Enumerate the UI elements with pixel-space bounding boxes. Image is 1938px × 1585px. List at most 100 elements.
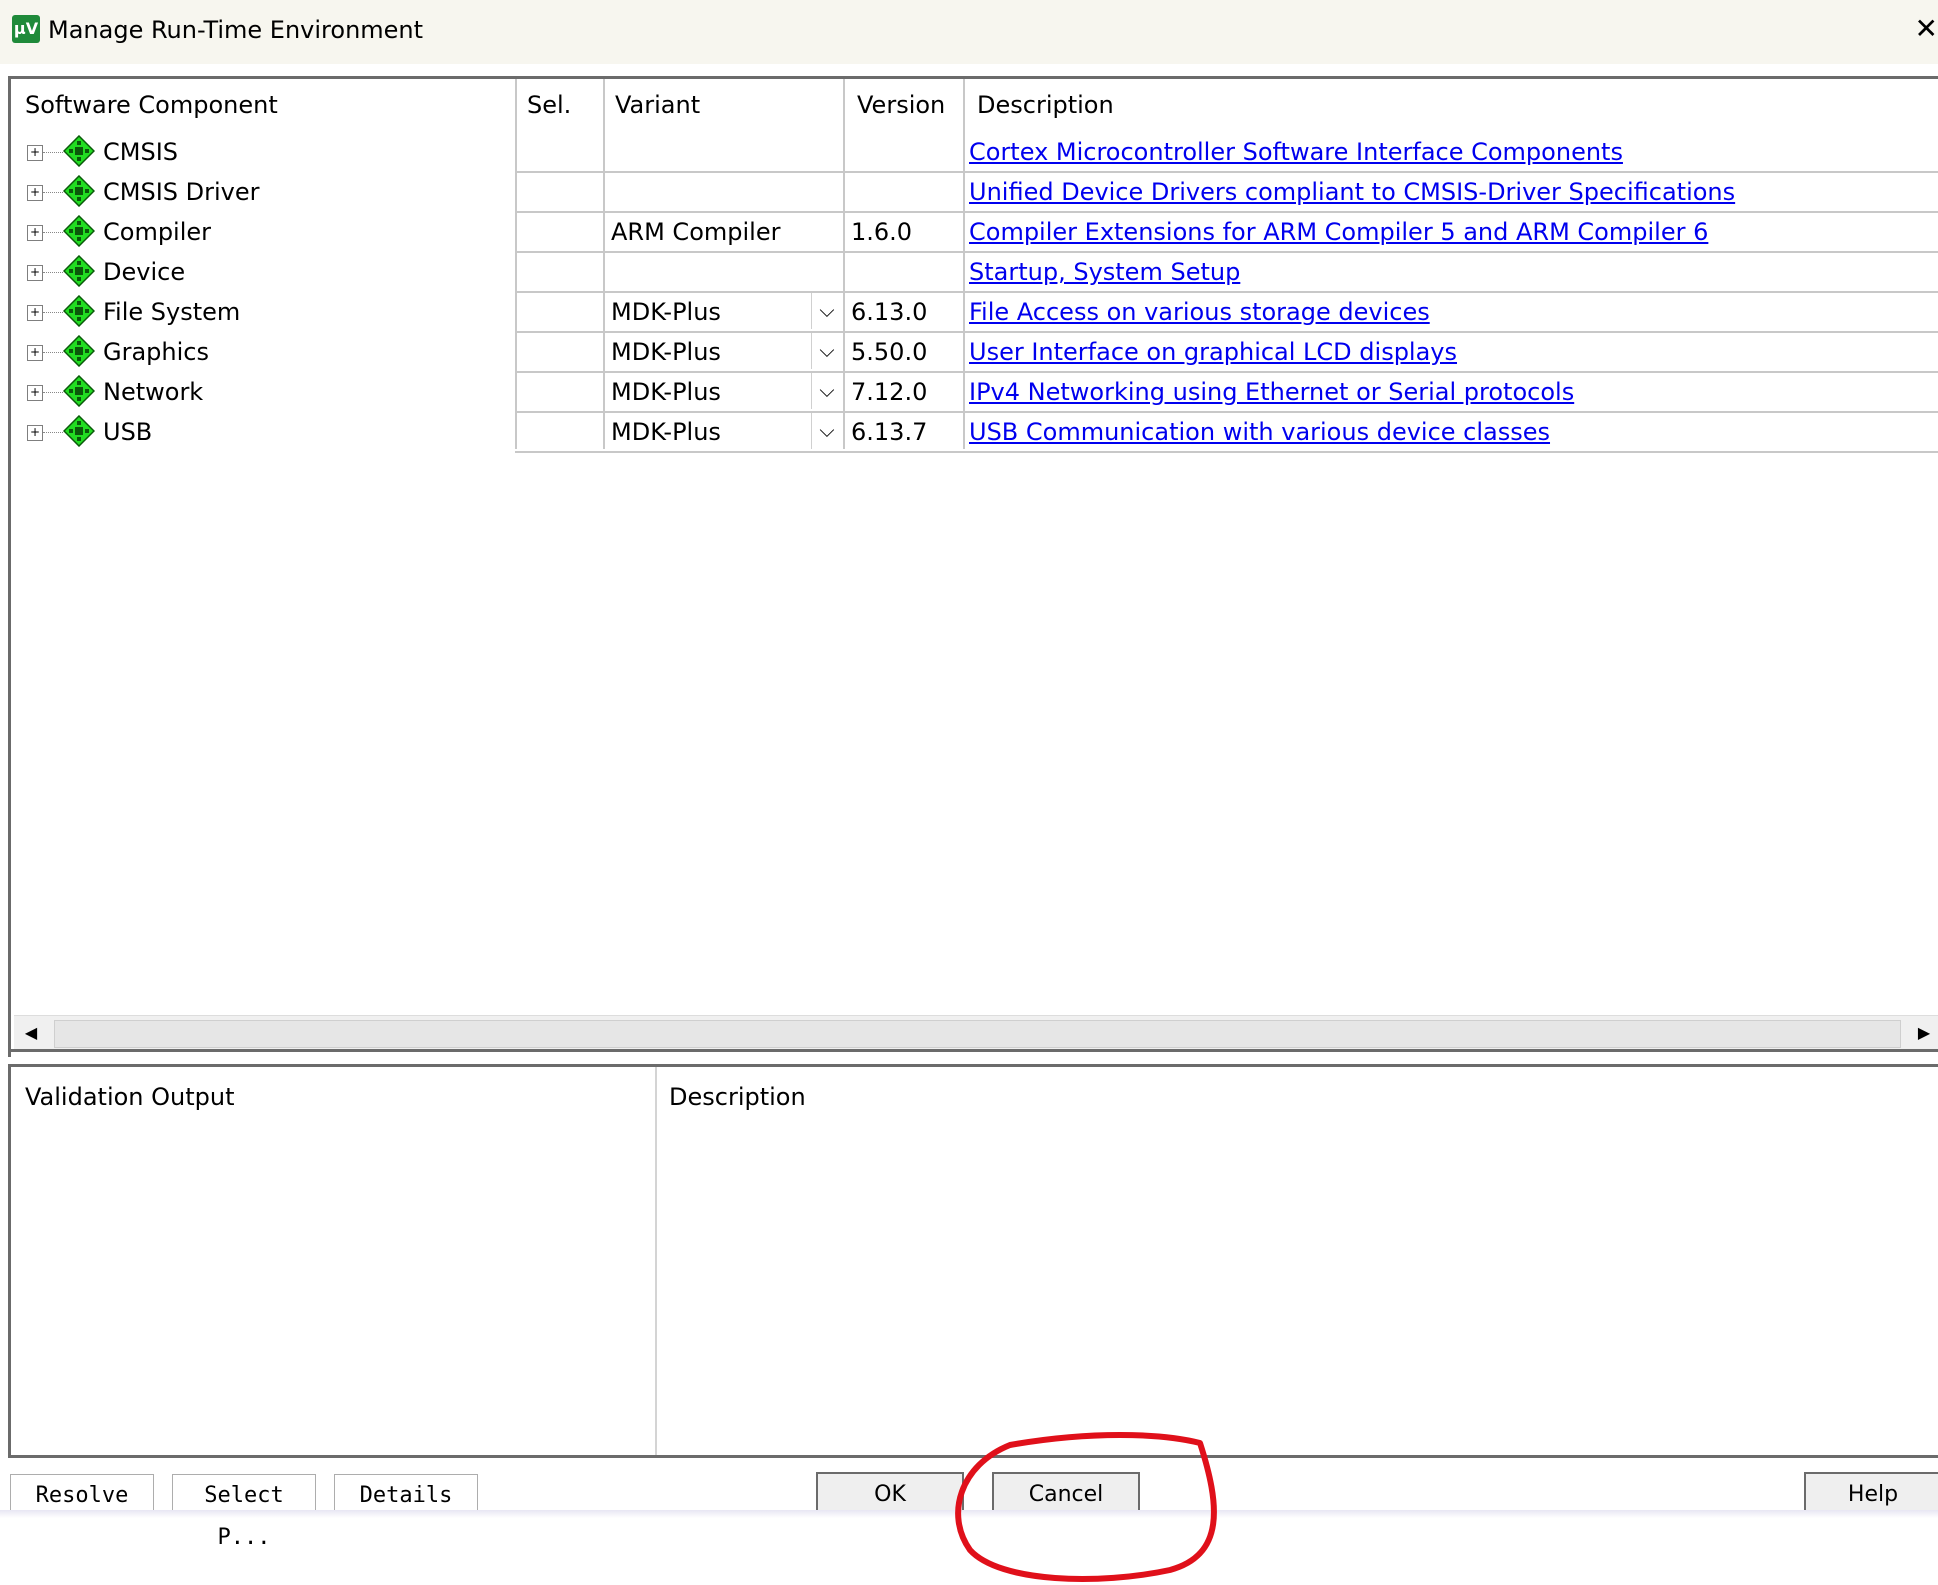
app-icon: µV [12, 15, 40, 43]
header-sel[interactable]: Sel. [527, 91, 571, 119]
component-name: Network [103, 378, 204, 406]
validation-output-header: Validation Output [25, 1083, 235, 1111]
button-bar: Resolve Select P... Details OK Cancel He… [0, 1464, 1938, 1550]
variant-dropdown-button[interactable]: ⌵ [811, 413, 842, 449]
component-icon [63, 295, 95, 327]
expand-icon[interactable]: + [27, 345, 43, 361]
validation-description-header: Description [669, 1083, 806, 1111]
tree-row-graphics[interactable]: + Graphics [11, 331, 511, 371]
description-link[interactable]: Unified Device Drivers compliant to CMSI… [969, 178, 1735, 206]
tree-row-network[interactable]: + Network [11, 371, 511, 411]
version-value: 6.13.7 [851, 418, 928, 446]
window-title: Manage Run-Time Environment [48, 16, 424, 44]
chevron-down-icon: ⌵ [819, 418, 835, 442]
description-link[interactable]: IPv4 Networking using Ethernet or Serial… [969, 378, 1574, 406]
tree-row-usb[interactable]: + USB [11, 411, 511, 451]
description-link[interactable]: USB Communication with various device cl… [969, 418, 1550, 446]
expand-icon[interactable]: + [27, 385, 43, 401]
chevron-down-icon: ⌵ [819, 338, 835, 362]
expand-icon[interactable]: + [27, 425, 43, 441]
tree-row-file-system[interactable]: + File System [11, 291, 511, 331]
tree-connector [43, 272, 63, 273]
details-button[interactable]: Details [334, 1474, 478, 1515]
component-icon [63, 415, 95, 447]
column-divider [515, 79, 517, 449]
scroll-left-button[interactable]: ◀ [14, 1016, 48, 1050]
cancel-button[interactable]: Cancel [992, 1472, 1140, 1514]
row-divider [515, 331, 1938, 333]
component-name: Compiler [103, 218, 212, 246]
description-link[interactable]: File Access on various storage devices [969, 298, 1430, 326]
validation-divider [655, 1067, 657, 1455]
variant-dropdown-button[interactable]: ⌵ [811, 293, 842, 329]
chevron-down-icon: ⌵ [819, 298, 835, 322]
column-divider [843, 79, 845, 449]
column-divider [603, 79, 605, 449]
expand-icon[interactable]: + [27, 145, 43, 161]
help-button[interactable]: Help [1804, 1472, 1938, 1514]
tree-row-cmsis-driver[interactable]: + CMSIS Driver [11, 171, 511, 211]
tree-connector [43, 392, 63, 393]
header-description[interactable]: Description [977, 91, 1114, 119]
scroll-right-button[interactable]: ▶ [1907, 1016, 1938, 1050]
version-value: 5.50.0 [851, 338, 928, 366]
component-icon [63, 335, 95, 367]
tree-connector [43, 232, 63, 233]
variant-dropdown-button[interactable]: ⌵ [811, 333, 842, 369]
version-value: 6.13.0 [851, 298, 928, 326]
expand-icon[interactable]: + [27, 305, 43, 321]
variant-dropdown-button[interactable]: ⌵ [811, 373, 842, 409]
row-divider [515, 291, 1938, 293]
tree-connector [43, 192, 63, 193]
row-divider [515, 451, 1938, 453]
description-link[interactable]: User Interface on graphical LCD displays [969, 338, 1457, 366]
header-version[interactable]: Version [857, 91, 945, 119]
variant-select[interactable]: MDK-Plus [611, 298, 721, 326]
component-name: Device [103, 258, 186, 286]
component-icon [63, 375, 95, 407]
component-name: Graphics [103, 338, 209, 366]
tree-row-compiler[interactable]: + Compiler [11, 211, 511, 251]
component-icon [63, 215, 95, 247]
description-link[interactable]: Cortex Microcontroller Software Interfac… [969, 138, 1623, 166]
select-packs-button[interactable]: Select P... [172, 1474, 316, 1550]
row-divider [515, 211, 1938, 213]
arrow-right-icon: ▶ [1917, 1023, 1931, 1042]
description-link[interactable]: Startup, System Setup [969, 258, 1240, 286]
expand-icon[interactable]: + [27, 185, 43, 201]
component-icon [63, 135, 95, 167]
version-value: 1.6.0 [851, 218, 913, 246]
variant-select[interactable]: MDK-Plus [611, 338, 721, 366]
scrollbar-track[interactable] [54, 1020, 1901, 1048]
variant-select[interactable]: MDK-Plus [611, 418, 721, 446]
variant-select[interactable]: MDK-Plus [611, 378, 721, 406]
description-link[interactable]: Compiler Extensions for ARM Compiler 5 a… [969, 218, 1708, 246]
component-icon [63, 175, 95, 207]
component-icon [63, 255, 95, 287]
tree-connector [43, 432, 63, 433]
header-variant[interactable]: Variant [615, 91, 700, 119]
column-divider [963, 79, 965, 449]
window-bottom-edge [0, 1510, 1938, 1518]
tree-row-device[interactable]: + Device [11, 251, 511, 291]
variant-value: ARM Compiler [611, 218, 781, 246]
component-name: File System [103, 298, 241, 326]
tree-row-cmsis[interactable]: + CMSIS [11, 131, 511, 171]
grid-bottom-border [11, 1049, 1938, 1052]
tree-connector [43, 152, 63, 153]
tree-connector [43, 312, 63, 313]
validation-panel: Validation Output Description [8, 1064, 1938, 1458]
horizontal-scrollbar[interactable]: ◀ ▶ [14, 1015, 1938, 1050]
tree-connector [43, 352, 63, 353]
row-divider [515, 411, 1938, 413]
expand-icon[interactable]: + [27, 265, 43, 281]
component-name: CMSIS Driver [103, 178, 260, 206]
ok-button[interactable]: OK [816, 1472, 964, 1514]
row-divider [515, 251, 1938, 253]
row-divider [515, 371, 1938, 373]
resolve-button[interactable]: Resolve [10, 1474, 154, 1515]
expand-icon[interactable]: + [27, 225, 43, 241]
title-bar: µV Manage Run-Time Environment ✕ [0, 0, 1938, 64]
header-software-component[interactable]: Software Component [25, 91, 278, 119]
close-button[interactable]: ✕ [1910, 14, 1938, 44]
